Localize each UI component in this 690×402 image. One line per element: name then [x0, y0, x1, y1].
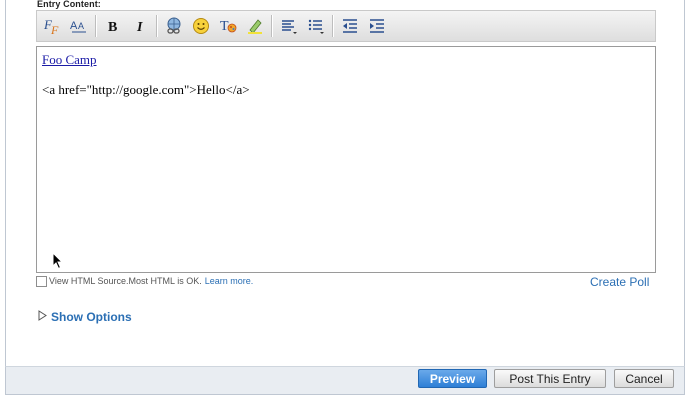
create-poll-link[interactable]: Create Poll [590, 275, 649, 289]
svg-text:T: T [220, 19, 229, 34]
italic-icon[interactable]: I [128, 14, 152, 38]
editor-toolbar: F F A A B I T [36, 10, 656, 42]
font-size-icon[interactable]: A A [67, 14, 91, 38]
bulleted-list-icon[interactable] [304, 14, 328, 38]
outdent-icon[interactable] [338, 14, 362, 38]
font-face-icon[interactable]: F F [40, 14, 64, 38]
text-color-icon[interactable]: T [216, 14, 240, 38]
post-entry-button[interactable]: Post This Entry [494, 369, 606, 388]
svg-text:I: I [136, 20, 143, 35]
indent-icon[interactable] [365, 14, 389, 38]
view-html-source-label[interactable]: View HTML Source. [49, 276, 129, 286]
entry-content-editor[interactable]: Foo Camp <a href="http://google.com">Hel… [36, 46, 656, 273]
preview-button[interactable]: Preview [418, 369, 487, 388]
expand-triangle-icon [38, 310, 47, 324]
editor-raw-html-text: <a href="http://google.com">Hello</a> [42, 82, 250, 97]
highlight-icon[interactable] [243, 14, 267, 38]
cancel-button[interactable]: Cancel [614, 369, 674, 388]
toolbar-separator [271, 15, 273, 37]
svg-text:B: B [108, 20, 117, 35]
learn-more-link[interactable]: Learn more. [205, 276, 254, 286]
insert-link-icon[interactable] [162, 14, 186, 38]
emoticon-icon[interactable] [189, 14, 213, 38]
html-source-row: View HTML Source. Most HTML is OK. Learn… [36, 274, 253, 288]
mouse-pointer-icon [52, 251, 64, 275]
html-hint: Most HTML is OK. [128, 276, 202, 286]
view-html-source-checkbox[interactable] [36, 275, 47, 287]
svg-text:A: A [70, 20, 78, 32]
align-icon[interactable] [277, 14, 301, 38]
svg-text:A: A [78, 21, 84, 31]
show-options-toggle[interactable]: Show Options [38, 310, 132, 324]
editor-link-foo-camp[interactable]: Foo Camp [42, 52, 97, 68]
bold-icon[interactable]: B [101, 14, 125, 38]
entry-content-label: Entry Content: [37, 0, 101, 9]
svg-text:F: F [50, 23, 59, 36]
toolbar-separator [95, 15, 97, 37]
show-options-label: Show Options [51, 310, 132, 324]
toolbar-separator [156, 15, 158, 37]
toolbar-separator [332, 15, 334, 37]
